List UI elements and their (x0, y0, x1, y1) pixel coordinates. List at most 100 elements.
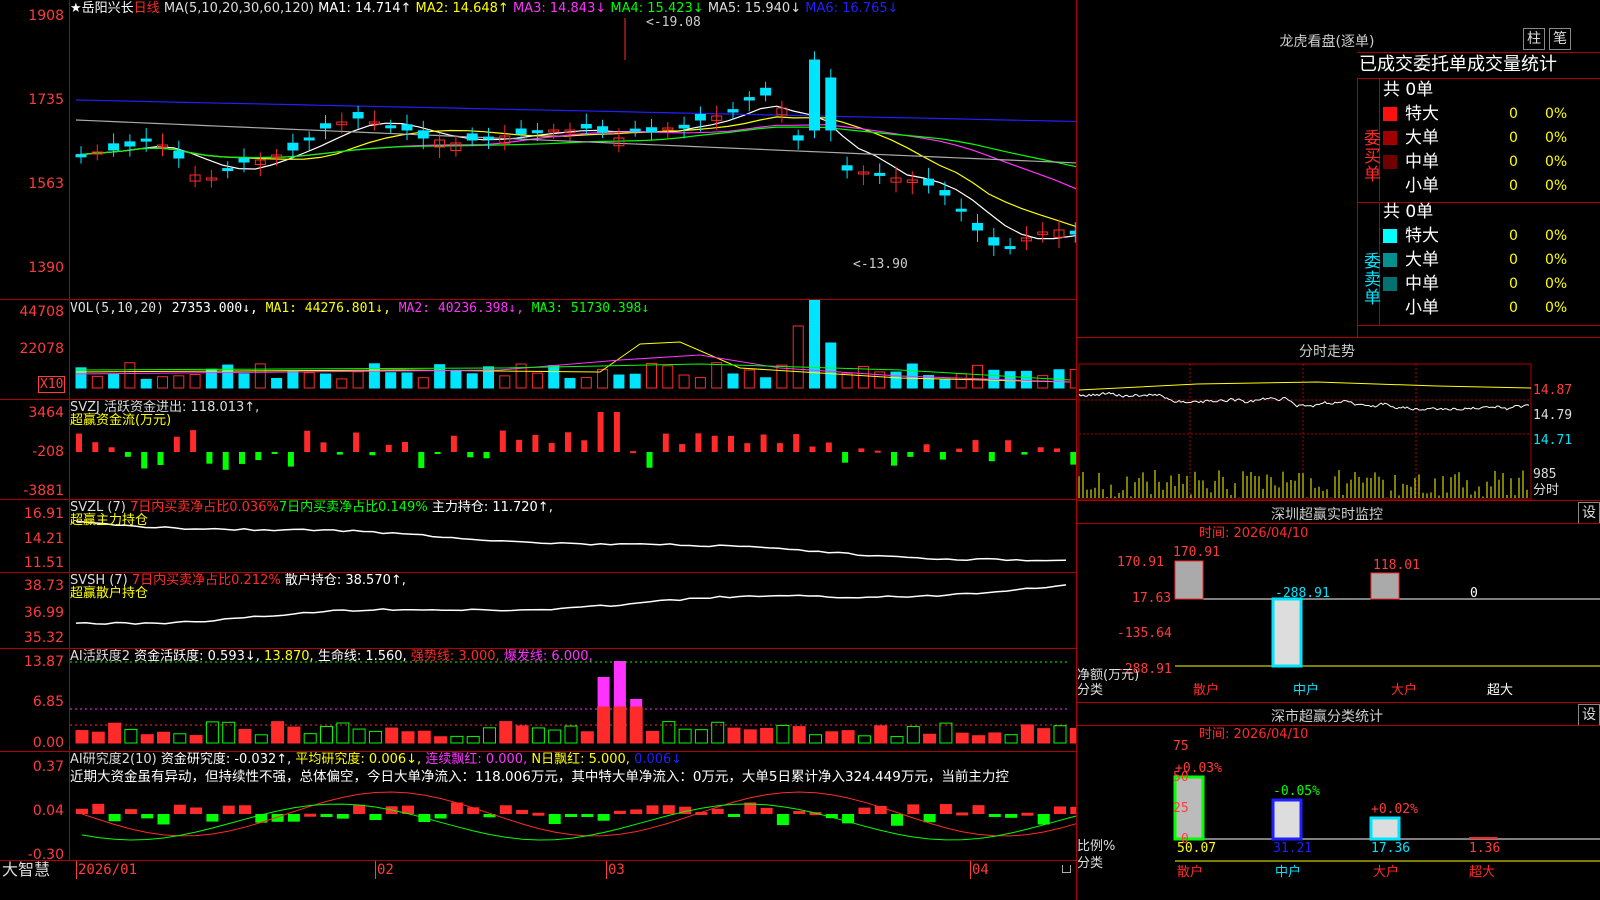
ai1-axis-label: 13.87 (23, 654, 64, 670)
activity-bar (597, 706, 611, 744)
lock-icon[interactable] (1062, 865, 1071, 873)
bar-mode-button[interactable]: 柱 (1523, 28, 1545, 50)
main-chart-area[interactable]: ★岳阳兴长日线 MA(5,10,20,30,60,120) MA1: 14.71… (0, 0, 1076, 900)
order-count: 0 (1509, 228, 1518, 244)
class-cat-label: 散户 (1177, 865, 1204, 880)
class-ratio-chart[interactable] (1077, 703, 1600, 900)
research-bar (320, 814, 333, 817)
volume-bar (727, 373, 739, 389)
research-bar (206, 814, 219, 822)
fund-flow-bar (565, 432, 571, 452)
price-axis-label: 1390 (28, 260, 64, 276)
svzj-panel[interactable]: SVZJ 活跃资金进出: 118.013↑, 超赢资金流(万元) 3464 -2… (0, 400, 1076, 500)
fund-flow-bar (728, 435, 734, 452)
price-panel[interactable]: ★岳阳兴长日线 MA(5,10,20,30,60,120) MA1: 14.71… (0, 0, 1076, 300)
class-cat-label: 大户 (1373, 865, 1400, 880)
ai2-label: AI研究度2(10) (70, 752, 157, 767)
candle (303, 137, 315, 141)
activity-bar (287, 726, 301, 744)
sz-cat-label: 大户 (1391, 683, 1418, 698)
candlestick-chart[interactable] (0, 0, 1076, 300)
fund-flow-bar (532, 434, 539, 452)
fund-flow-bar (483, 452, 490, 459)
activity-bar (923, 733, 937, 744)
candle (694, 113, 706, 121)
candle (401, 124, 413, 131)
volume-panel[interactable]: VOL(5,10,20) 27353.000↓, MA1: 44276.801↓… (0, 300, 1076, 400)
activity-bar (1004, 734, 1018, 744)
intraday-panel[interactable]: 分时走势 14.87 14.79 14.71 985 分时 (1077, 338, 1600, 501)
volume-bar (809, 300, 820, 389)
activity-bar (564, 725, 578, 744)
candle (238, 158, 250, 163)
vol-ma1: MA1: 44276.801↓, (265, 301, 391, 316)
svsh-sub: 超赢散户持仓 (70, 586, 149, 601)
sz-monitor-panel[interactable]: 深圳超赢实时监控 设 时间: 2026/04/10 170.91 17.63 -… (1077, 501, 1600, 703)
period-label[interactable]: 日线 (134, 1, 160, 16)
volume-bar (760, 377, 772, 389)
volume-bar (417, 377, 429, 389)
color-swatch (1383, 253, 1397, 267)
volume-bar (238, 373, 250, 389)
intraday-axis-label: 14.79 (1533, 408, 1573, 423)
ma-line (75, 99, 1076, 123)
order-count: 0 (1509, 252, 1518, 268)
date-label: 04 (972, 862, 989, 878)
ai1-label: AI活跃度2 (70, 649, 130, 664)
order-size-label: 中单 (1405, 274, 1439, 294)
stats-title: 已成交委托单成交量统计 (1359, 54, 1557, 75)
research-bar (1005, 814, 1018, 818)
ai2-extra: 0.006↓ (634, 752, 683, 767)
volume-bar (108, 373, 120, 389)
fund-flow-bar (304, 430, 311, 452)
fund-flow-bar (597, 412, 604, 452)
candle (124, 141, 136, 147)
intraday-chart[interactable] (1077, 338, 1600, 501)
sz-class-panel[interactable]: 深市超赢分类统计 设 时间: 2026/04/10 75 50 25 0 +0.… (1077, 703, 1600, 900)
fund-flow-bar (222, 452, 229, 470)
activity-bar (743, 729, 757, 744)
ma6-value: MA6: 16.765↓ (805, 1, 899, 16)
activity-bar (760, 727, 774, 744)
activity-bar (727, 727, 741, 744)
order-count: 0 (1509, 178, 1518, 194)
fund-flow-bar (141, 452, 148, 469)
order-stat-row: 小单 0 0% (1383, 297, 1600, 319)
ai-activity-panel[interactable]: AI活跃度2 资金活跃度: 0.593↓, 13.870, 生命线: 1.560… (0, 649, 1076, 752)
fund-flow-bar (858, 448, 865, 452)
candle (531, 130, 543, 134)
candle (678, 124, 690, 129)
order-stat-row: 大单 0 0% (1383, 249, 1600, 271)
class-value: 31.21 (1273, 841, 1313, 856)
research-bar (92, 803, 105, 814)
burst-bar (597, 677, 610, 707)
ai-research-panel[interactable]: AI研究度2(10) 资金研究度: -0.032↑, 平均研究度: 0.006↓… (0, 752, 1076, 861)
candle (108, 143, 120, 151)
activity-bar (320, 725, 333, 744)
svzl-sub: 超赢主力持仓 (70, 513, 149, 528)
research-bar (353, 804, 366, 814)
candle (825, 77, 837, 131)
avg-price-line (1078, 381, 1532, 391)
svzl-panel[interactable]: SVZL (7) 7日内买卖净占比0.036%7日内买卖净占比0.149% 主力… (0, 500, 1076, 573)
ma1-value: MA1: 14.714↑ (318, 1, 412, 16)
order-count: 0 (1509, 106, 1518, 122)
svsh-panel[interactable]: SVSH (7) 7日内买卖净占比0.212% 散户持仓: 38.570↑, 超… (0, 573, 1076, 649)
color-swatch (1383, 107, 1397, 121)
order-size-label: 大单 (1405, 250, 1439, 270)
ai1-burst-line: 爆发线: 6.000, (503, 649, 593, 664)
tick-mode-button[interactable]: 笔 (1549, 28, 1571, 50)
sell-total: 共 0单 (1383, 202, 1434, 222)
activity-bar (548, 729, 562, 744)
activity-bar (857, 735, 871, 744)
research-bar (304, 813, 317, 817)
class-bar-large (1369, 816, 1401, 841)
activity-chart[interactable] (0, 649, 1076, 752)
stock-name[interactable]: ★岳阳兴长 (70, 1, 134, 16)
volume-bar (646, 362, 657, 389)
sz-axis-label: 170.91 (1117, 555, 1164, 570)
order-count: 0 (1509, 276, 1518, 292)
ma5-value: MA5: 15.940↓ (707, 1, 802, 16)
order-percent: 0% (1545, 252, 1568, 268)
vol-axis-label: 22078 (19, 341, 64, 357)
